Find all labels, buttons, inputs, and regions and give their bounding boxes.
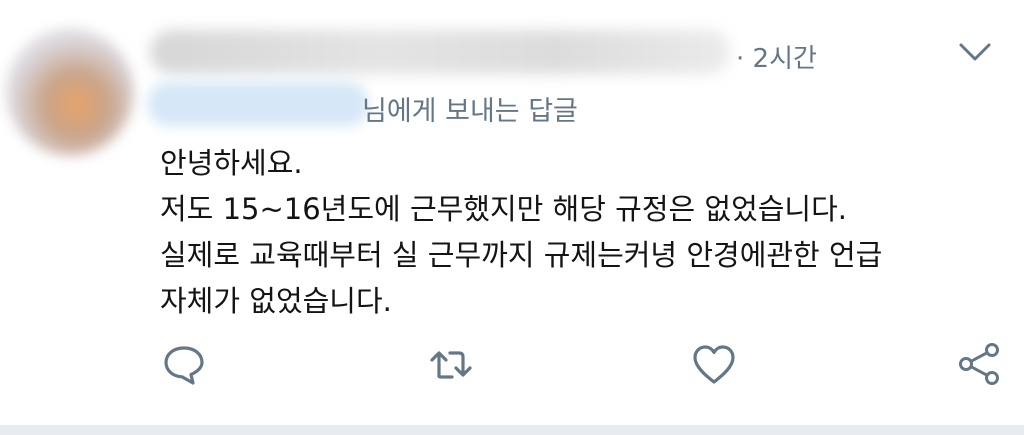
author-name-blurred[interactable]: [150, 30, 730, 74]
speech-bubble-icon: [164, 346, 204, 385]
share-icon: [959, 343, 999, 385]
share-button[interactable]: [955, 340, 1003, 388]
tweet-time[interactable]: · 2시간: [736, 38, 817, 75]
tweet-body-line: 안녕하세요.: [160, 146, 303, 180]
tweet[interactable]: · 2시간 님에게 보내는 답글 안녕하세요. 저도 15~16년도에 근무했지…: [0, 0, 1024, 435]
tweet-divider: [0, 425, 1024, 435]
retweet-icon: [430, 351, 472, 379]
reply-to-label: 님에게 보내는 답글: [362, 96, 578, 127]
heart-icon: [693, 345, 735, 384]
tweet-body-line: 저도 15~16년도에 근무했지만 해당 규정은 없었습니다.: [160, 192, 848, 226]
tweet-body-line: 실제로 교육때부터 실 근무까지 규제는커녕 안경에관한 언급: [160, 238, 883, 272]
chevron-down-icon: [959, 43, 991, 61]
reply-button[interactable]: [160, 340, 208, 388]
reply-to-handle-blurred[interactable]: [148, 82, 368, 126]
tweet-body: 안녕하세요. 저도 15~16년도에 근무했지만 해당 규정은 없었습니다. 실…: [160, 140, 1010, 324]
tweet-body-line: 자체가 없었습니다.: [160, 284, 392, 318]
avatar[interactable]: [6, 28, 134, 156]
like-button[interactable]: [690, 340, 738, 388]
more-options-button[interactable]: [958, 40, 992, 64]
retweet-button[interactable]: [427, 340, 475, 388]
